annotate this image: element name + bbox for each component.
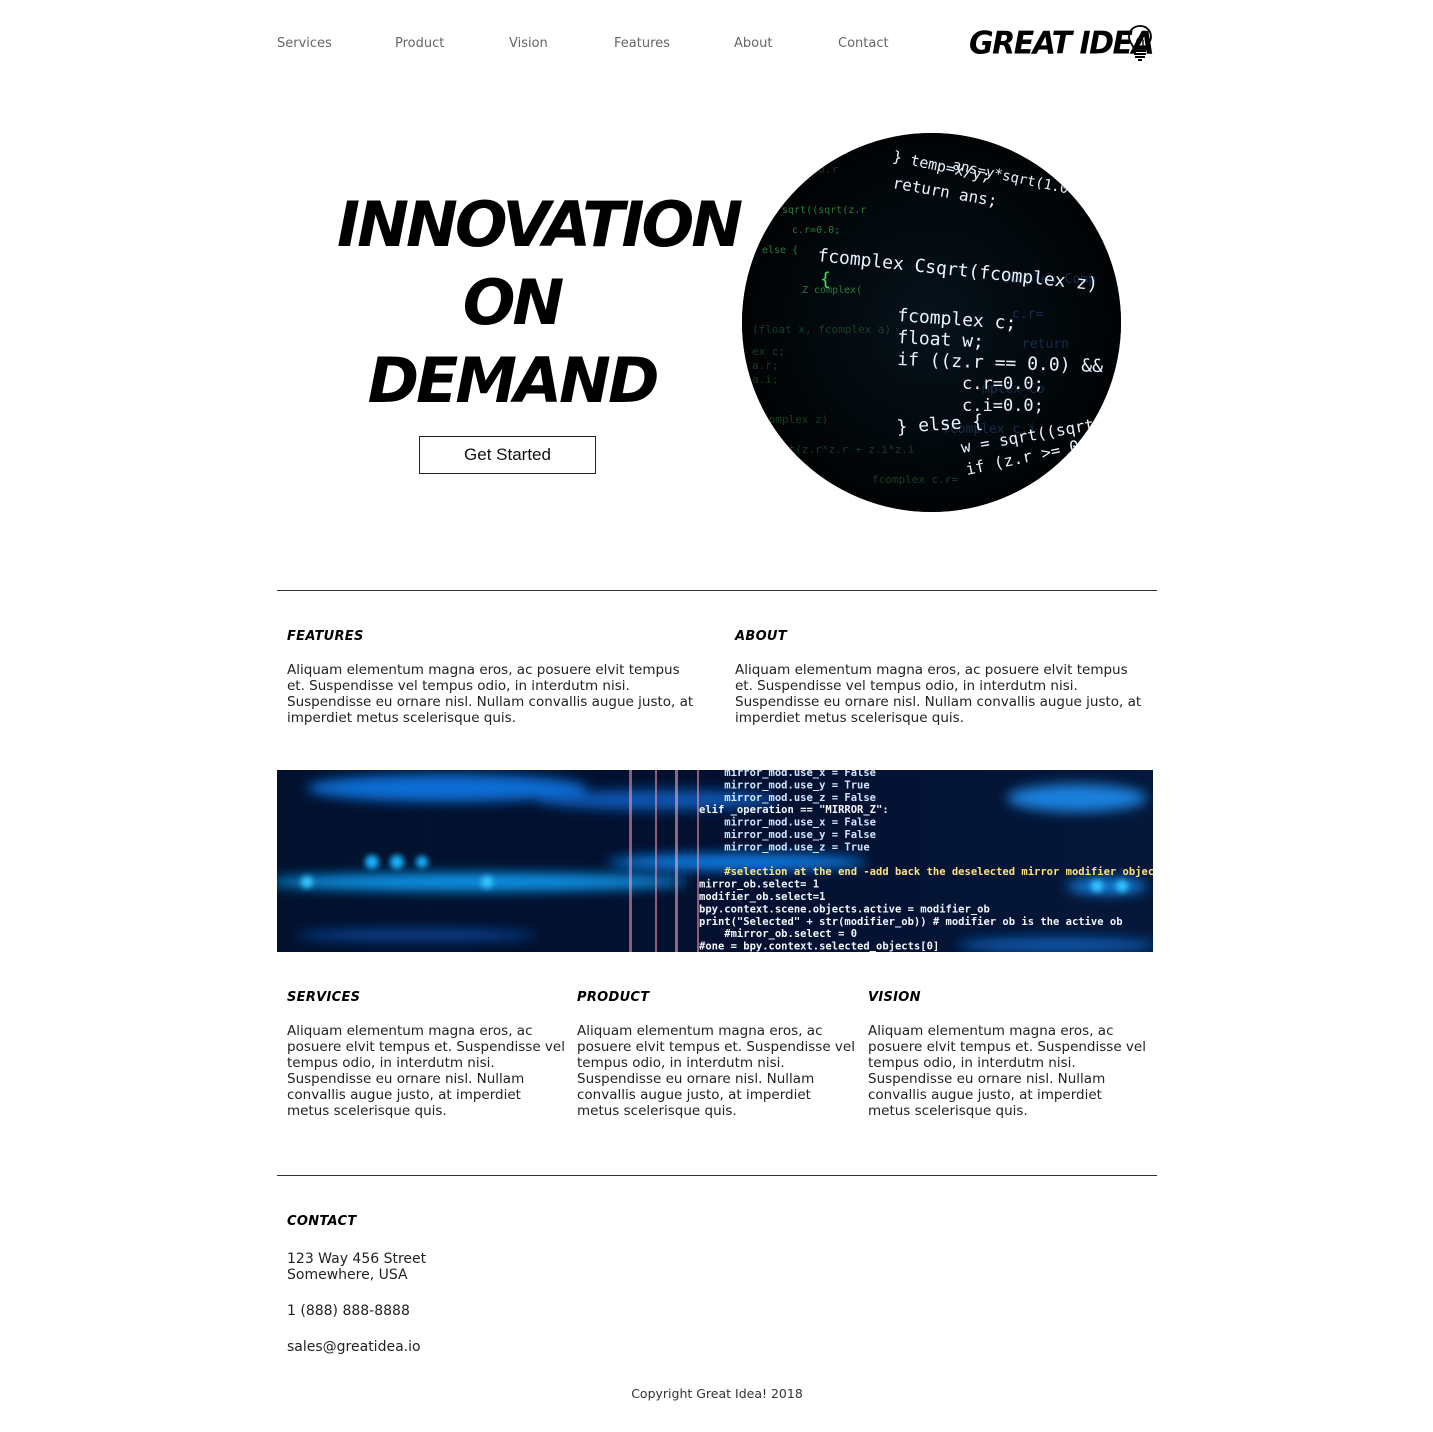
nav-item-about[interactable]: About xyxy=(734,36,772,51)
nav-item-services[interactable]: Services xyxy=(277,36,332,51)
banner-code-line: #selection at the end -add back the dese… xyxy=(699,866,1153,878)
contact-address-line-2: Somewhere, USA xyxy=(287,1267,408,1283)
banner-code-line: mirror_mod.use_y = False xyxy=(699,829,876,841)
product-title: PRODUCT xyxy=(577,990,650,1005)
hero-title-line-1: INNOVATION xyxy=(337,188,743,261)
hero-title: INNOVATION ON DEMAND xyxy=(337,186,743,420)
page: Services Product Vision Features About C… xyxy=(277,0,1157,1432)
banner-code-line: print("Selected" + str(modifier_ob)) # m… xyxy=(699,916,1123,928)
features-body: Aliquam elementum magna eros, ac posuere… xyxy=(287,662,694,726)
banner-code-line: modifier_ob.select=1 xyxy=(699,891,825,903)
hero-code-line: { xyxy=(820,269,831,290)
banner-code-graphic: mirror_mod.use_x = False mirror_mod.use_… xyxy=(277,770,1153,952)
hero-title-line-2: ON xyxy=(462,266,565,339)
banner-code-line: mirror_mod.use_x = False xyxy=(699,770,876,779)
svg-text:sqrt((sqrt(z.r: sqrt((sqrt(z.r xyxy=(782,205,866,216)
services-title: SERVICES xyxy=(287,990,361,1005)
svg-text:Z complex(: Z complex( xyxy=(802,285,862,296)
product-body: Aliquam elementum magna eros, ac posuere… xyxy=(577,1023,855,1119)
logo[interactable]: GREAT IDEA xyxy=(969,24,1159,64)
contact-email[interactable]: sales@greatidea.io xyxy=(287,1339,421,1355)
svg-text:fcomplex c.r=: fcomplex c.r= xyxy=(872,473,958,486)
lightbulb-icon xyxy=(1128,25,1152,61)
footer-copyright: Copyright Great Idea! 2018 xyxy=(631,1386,803,1401)
svg-text:ex c;: ex c; xyxy=(752,345,785,358)
hero-code-line: c.r=0.0; xyxy=(962,374,1044,394)
get-started-button[interactable]: Get Started xyxy=(419,436,596,474)
nav-item-product[interactable]: Product xyxy=(395,36,444,51)
contact-address-line-1: 123 Way 456 Street xyxy=(287,1251,427,1267)
features-title: FEATURES xyxy=(287,629,364,644)
svg-text:.r= a.r / b.r: .r= a.r / b.r xyxy=(752,163,838,176)
svg-text:rt(z.r*z.r + z.i*z.i: rt(z.r*z.r + z.i*z.i xyxy=(782,443,914,456)
banner-code-line: mirror_ob.select= 1 xyxy=(699,879,819,891)
svg-text:(float x, fcomplex a): (float x, fcomplex a) xyxy=(752,323,891,336)
banner-code-line: mirror_mod.use_y = True xyxy=(699,779,870,791)
hero-code-graphic: .r= a.r / b.r (float x, fcomplex a) ex c… xyxy=(742,133,1121,512)
svg-text:a.r;: a.r; xyxy=(752,359,779,372)
vision-title: VISION xyxy=(868,990,921,1005)
banner-code-line: #one = bpy.context.selected_objects[0] xyxy=(699,941,939,952)
banner-code-line: elif _operation == "MIRROR_Z": xyxy=(699,804,889,816)
contact-title: CONTACT xyxy=(287,1214,357,1229)
svg-text:c.r=0.0;: c.r=0.0; xyxy=(792,225,840,236)
divider-2 xyxy=(277,1175,1157,1176)
banner-code-line: mirror_mod.use_x = False xyxy=(699,817,876,829)
nav-item-features[interactable]: Features xyxy=(614,36,670,51)
banner-code-line: mirror_mod.use_z = True xyxy=(699,841,870,853)
nav-item-contact[interactable]: Contact xyxy=(838,36,889,51)
svg-text:complex z): complex z) xyxy=(762,413,828,426)
svg-text:else {: else { xyxy=(762,245,798,256)
about-title: ABOUT xyxy=(735,629,787,644)
svg-text:a.i;: a.i; xyxy=(752,373,779,386)
banner-code-line: #mirror_ob.select = 0 xyxy=(699,928,857,940)
vision-body: Aliquam elementum magna eros, ac posuere… xyxy=(868,1023,1146,1119)
code-banner-image: mirror_mod.use_x = False mirror_mod.use_… xyxy=(277,770,1153,952)
svg-text:return: return xyxy=(1022,337,1069,352)
banner-code-line: bpy.context.scene.objects.active = modif… xyxy=(699,903,990,915)
divider-1 xyxy=(277,590,1157,591)
hero-code-image: .r= a.r / b.r (float x, fcomplex a) ex c… xyxy=(742,133,1121,512)
logo-text: GREAT IDEA xyxy=(969,25,1155,62)
about-body: Aliquam elementum magna eros, ac posuere… xyxy=(735,662,1142,726)
banner-code-line: mirror_mod.use_z = False xyxy=(699,792,876,804)
hero-title-line-3: DEMAND xyxy=(367,344,660,417)
services-body: Aliquam elementum magna eros, ac posuere… xyxy=(287,1023,565,1119)
contact-phone[interactable]: 1 (888) 888-8888 xyxy=(287,1303,410,1319)
nav-item-vision[interactable]: Vision xyxy=(509,36,548,51)
